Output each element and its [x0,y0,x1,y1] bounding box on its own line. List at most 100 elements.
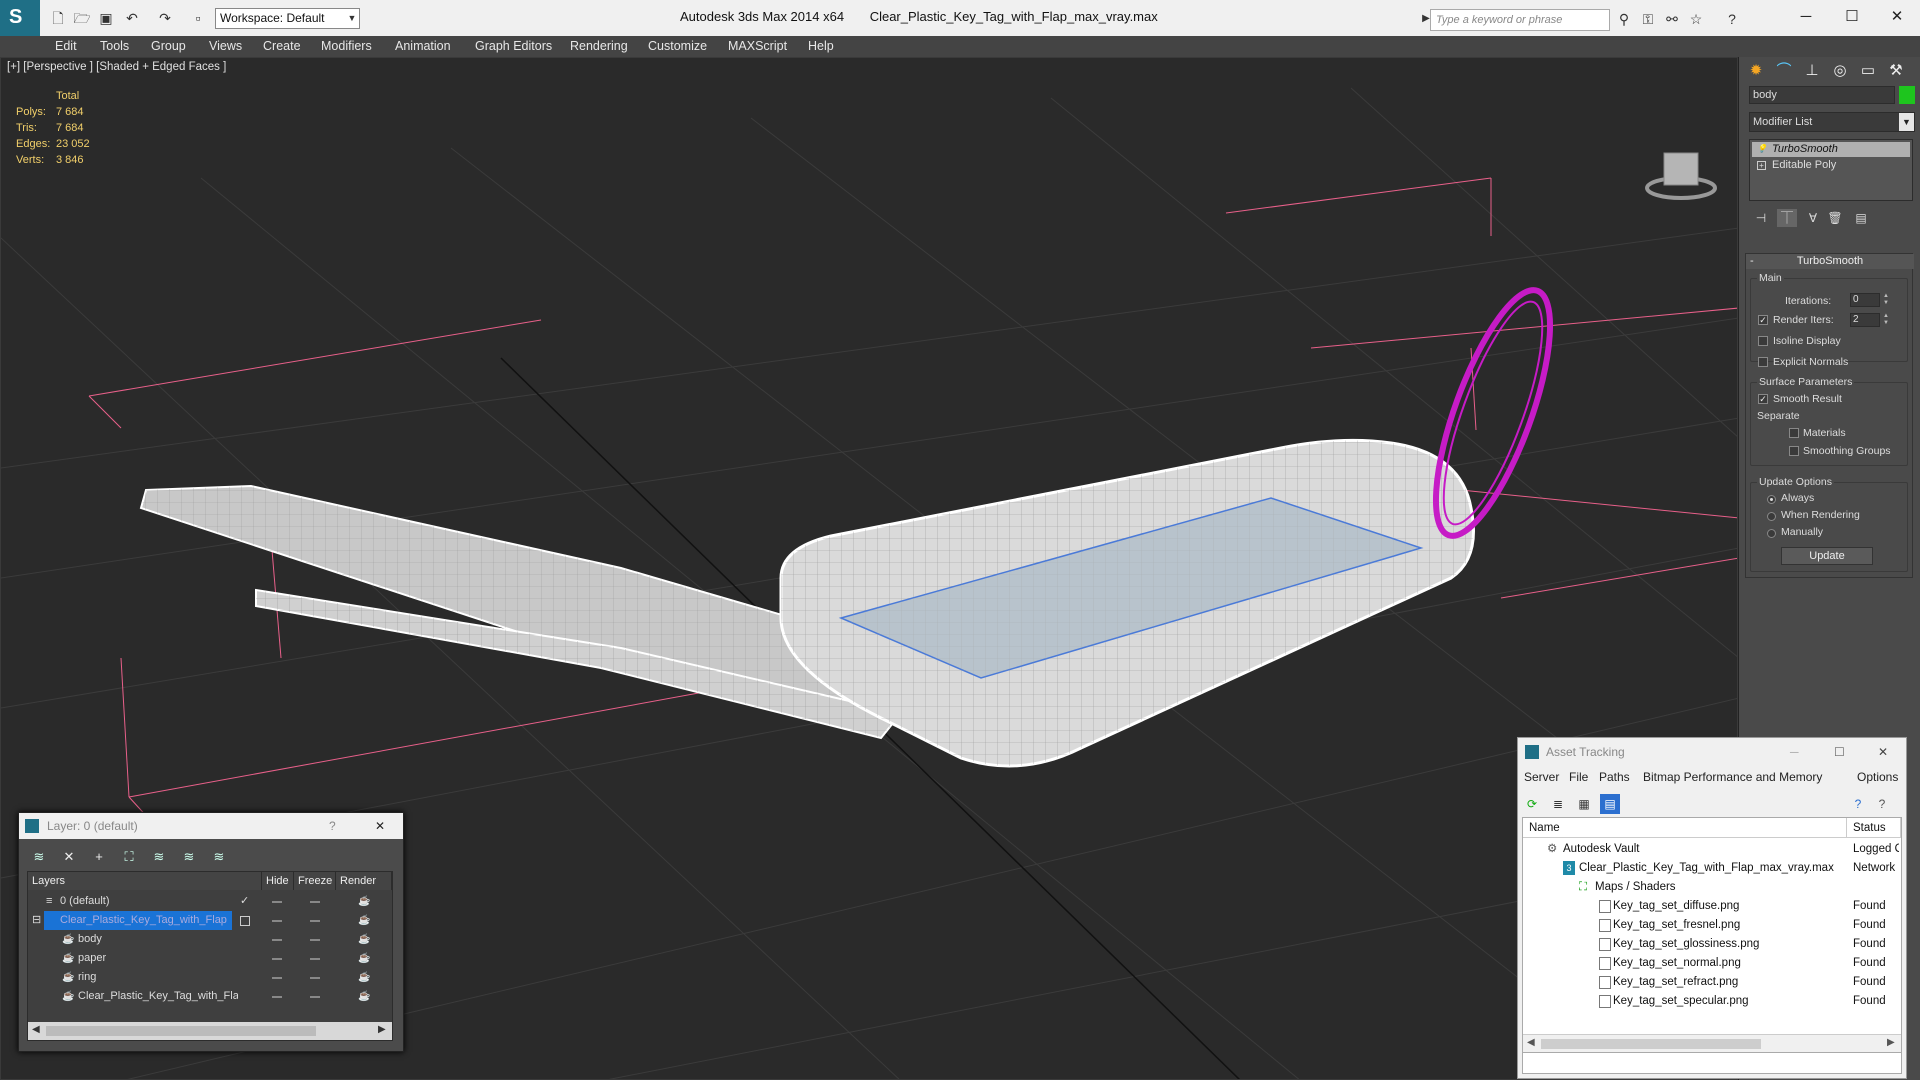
spinner-arrows-icon[interactable]: ▲ ▼ [1882,313,1890,327]
exchange-icon[interactable]: ⚯ [1662,9,1682,29]
add-to-layer-icon[interactable]: + [89,847,109,867]
header-freeze[interactable]: Freeze [294,872,336,890]
render-teapot-icon[interactable]: ☕ [358,892,370,911]
horizontal-scrollbar[interactable]: ◀ ▶ [28,1022,392,1040]
when-rendering-radio[interactable] [1767,512,1776,521]
hierarchy-tab-icon[interactable]: ⊥ [1799,59,1825,83]
new-file-icon[interactable]: 🗋 [48,8,68,28]
hide-all-layers-icon[interactable]: ≋ [179,847,199,867]
header-layers[interactable]: Layers [28,872,262,890]
maximize-button[interactable]: ☐ [1834,738,1845,766]
menu-tools[interactable]: Tools [100,36,129,57]
redo-icon[interactable]: ↷ [155,8,175,28]
scroll-left-icon[interactable]: ◀ [1527,1037,1535,1048]
undo-icon[interactable]: ↶ [122,8,142,28]
close-button[interactable]: ✕ [375,813,385,839]
menu-graph-editors[interactable]: Graph Editors [475,36,552,57]
refresh-icon[interactable]: ⟳ [1522,794,1542,814]
highlight-layer-icon[interactable]: ≋ [149,847,169,867]
layer-row-default[interactable]: ≡ 0 (default) ✓ ☕ [28,892,392,911]
remove-modifier-icon[interactable]: 🗑 [1825,209,1845,227]
render-teapot-icon[interactable]: ☕ [358,968,370,987]
layer-row-key-tag[interactable]: ⊟ ≡ Clear_Plastic_Key_Tag_with_Flap ☕ [28,911,392,930]
stack-item-turbosmooth[interactable]: 💡 TurboSmooth [1752,142,1910,157]
stack-item-editable-poly[interactable]: + Editable Poly [1752,158,1910,173]
object-name-field[interactable]: body [1749,86,1895,104]
asset-row-glossiness[interactable]: Key_tag_set_glossiness.png Found [1523,935,1901,954]
menu-server[interactable]: Server [1524,770,1559,788]
asset-row-vault[interactable]: ⚙ Autodesk Vault Logged Ou [1523,840,1901,859]
menu-options[interactable]: Options [1857,770,1898,788]
asset-row-maps[interactable]: ⛶ Maps / Shaders [1523,878,1901,897]
modify-tab-icon[interactable]: ⌒ [1771,59,1797,83]
project-folder-icon[interactable]: ▫ [188,8,208,28]
configure-sets-icon[interactable]: ▤ [1851,209,1871,227]
chevron-down-icon[interactable]: ▼ [344,8,360,29]
chevron-down-icon[interactable]: ▼ [1899,113,1914,131]
render-iters-checkbox[interactable]: ✓ [1758,315,1768,325]
smooth-result-checkbox[interactable]: ✓ [1758,394,1768,404]
save-icon[interactable]: ▣ [96,8,116,28]
layer-dialog-title[interactable]: Layer: 0 (default) ? ✕ [19,813,403,839]
help-icon[interactable]: ? [1722,9,1742,29]
workspace-dropdown[interactable]: Workspace: Default [215,8,360,29]
iterations-spinner[interactable]: 0 [1850,293,1880,307]
asset-row-refract[interactable]: Key_tag_set_refract.png Found [1523,973,1901,992]
isoline-display-checkbox[interactable] [1758,336,1768,346]
set-active-box-icon[interactable] [240,916,250,926]
object-row-key-tag[interactable]: ☕ Clear_Plastic_Key_Tag_with_Flap ☕ [28,987,392,1006]
list-view-icon[interactable]: ≣ [1548,794,1568,814]
table-view-icon[interactable]: ▤ [1600,794,1620,814]
make-unique-icon[interactable]: ∀ [1803,209,1823,227]
asset-dialog-title[interactable]: Asset Tracking ─ ☐ ✕ [1518,738,1906,766]
collapse-icon[interactable]: - [1750,254,1754,269]
display-tab-icon[interactable]: ▭ [1855,59,1881,83]
utilities-tab-icon[interactable]: ⚒ [1883,59,1909,83]
menu-help[interactable]: Help [808,36,834,57]
motion-tab-icon[interactable]: ◎ [1827,59,1853,83]
object-row-ring[interactable]: ☕ ring ☕ [28,968,392,987]
render-teapot-icon[interactable]: ☕ [358,987,370,1006]
key-icon[interactable]: ⚿ [1638,9,1658,29]
object-row-paper[interactable]: ☕ paper ☕ [28,949,392,968]
scroll-left-icon[interactable]: ◀ [32,1024,40,1035]
header-status[interactable]: Status [1847,818,1901,838]
menu-paths[interactable]: Paths [1599,770,1630,788]
minimize-button[interactable]: ─ [1783,4,1829,30]
asset-row-fresnel[interactable]: Key_tag_set_fresnel.png Found [1523,916,1901,935]
horizontal-scrollbar[interactable]: ◀ ▶ [1523,1034,1901,1052]
always-radio[interactable] [1767,495,1776,504]
app-menu-button[interactable]: S [0,0,40,36]
viewport-label[interactable]: [+] [Perspective ] [Shaded + Edged Faces… [7,61,226,73]
asset-row-specular[interactable]: Key_tag_set_specular.png Found [1523,992,1901,1011]
menu-edit[interactable]: Edit [55,36,77,57]
binoculars-icon[interactable]: ⚲ [1614,9,1634,29]
scrollbar-thumb[interactable] [1541,1039,1761,1049]
update-button[interactable]: Update [1781,547,1873,565]
show-end-result-icon[interactable]: ⏉ [1777,209,1797,227]
help-icon[interactable]: ? [1848,794,1868,814]
manually-radio[interactable] [1767,529,1776,538]
menu-customize[interactable]: Customize [648,36,707,57]
close-button[interactable]: ✕ [1874,4,1920,30]
menu-views[interactable]: Views [209,36,242,57]
collapse-icon[interactable]: ⊟ [32,911,41,930]
header-name[interactable]: Name [1523,818,1847,838]
delete-layer-icon[interactable]: ✕ [59,847,79,867]
asset-status-field[interactable] [1522,1052,1902,1074]
expand-icon[interactable]: + [1757,161,1766,170]
pin-stack-icon[interactable]: ⊣ [1751,209,1771,227]
render-teapot-icon[interactable]: ☕ [358,930,370,949]
smoothing-groups-checkbox[interactable] [1789,446,1799,456]
menu-animation[interactable]: Animation [395,36,451,57]
header-hide[interactable]: Hide [262,872,294,890]
menu-rendering[interactable]: Rendering [570,36,628,57]
create-layer-icon[interactable]: ≋ [29,847,49,867]
freeze-all-layers-icon[interactable]: ≋ [209,847,229,867]
rollout-title[interactable]: - TurboSmooth [1746,254,1914,269]
menu-file[interactable]: File [1569,770,1588,788]
materials-checkbox[interactable] [1789,428,1799,438]
settings-icon[interactable]: ? [1872,794,1892,814]
asset-row-normal[interactable]: Key_tag_set_normal.png Found [1523,954,1901,973]
close-button[interactable]: ✕ [1878,738,1888,766]
